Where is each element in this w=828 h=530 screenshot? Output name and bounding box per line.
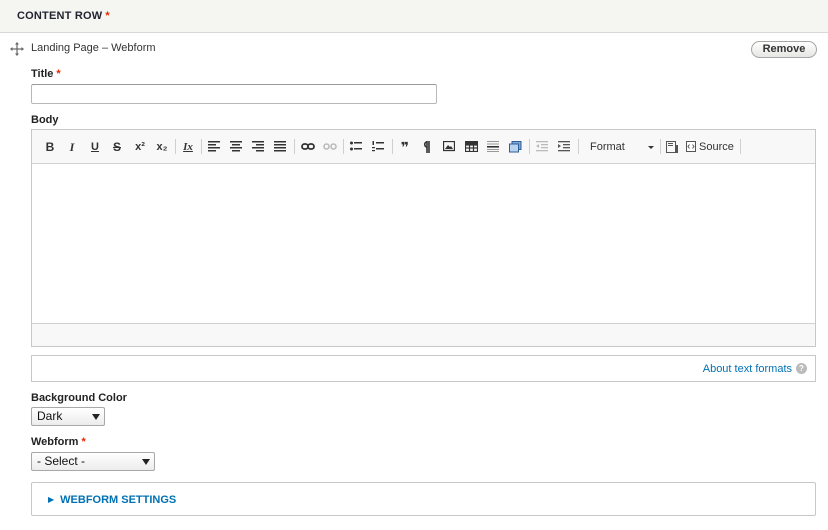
webform-settings-toggle[interactable]: ▶ WEBFORM SETTINGS bbox=[48, 494, 176, 506]
align-justify-icon[interactable] bbox=[272, 138, 288, 156]
toolbar-separator bbox=[201, 139, 202, 154]
remove-button[interactable]: Remove bbox=[751, 41, 817, 58]
toolbar-separator bbox=[578, 139, 579, 154]
webform-value: - Select - bbox=[37, 454, 86, 468]
media-icon[interactable] bbox=[507, 138, 523, 156]
source-button[interactable]: Source bbox=[686, 138, 740, 156]
chevron-down-icon bbox=[648, 146, 654, 149]
bulleted-list-icon[interactable] bbox=[348, 138, 364, 156]
link-icon[interactable] bbox=[299, 138, 317, 156]
body-editor: B I U S x² x₂ Ix ❞ Format Source bbox=[31, 129, 816, 347]
format-dropdown[interactable]: Format bbox=[583, 138, 658, 156]
source-label: Source bbox=[699, 141, 734, 153]
move-cross-icon[interactable] bbox=[10, 42, 24, 56]
chevron-down-icon bbox=[142, 459, 150, 465]
section-title: CONTENT ROW bbox=[17, 10, 103, 22]
required-marker: * bbox=[105, 10, 110, 22]
required-marker: * bbox=[81, 436, 86, 448]
subscript-icon[interactable]: x₂ bbox=[153, 138, 171, 156]
triangle-right-icon: ▶ bbox=[48, 495, 55, 504]
italic-icon[interactable]: I bbox=[64, 138, 80, 156]
toolbar-separator bbox=[529, 139, 530, 154]
background-color-select[interactable]: Dark bbox=[31, 407, 105, 426]
align-center-icon[interactable] bbox=[228, 138, 244, 156]
blockquote-icon[interactable]: ❞ bbox=[396, 138, 414, 156]
toolbar-separator bbox=[392, 139, 393, 154]
toolbar-separator bbox=[740, 139, 741, 154]
webform-label: Webform * bbox=[31, 436, 86, 448]
toolbar-separator bbox=[294, 139, 295, 154]
paragraph-title: Landing Page – Webform bbox=[31, 42, 156, 54]
about-text-formats-link[interactable]: About text formats bbox=[703, 363, 792, 375]
indent-icon[interactable] bbox=[556, 138, 572, 156]
help-icon: ? bbox=[796, 363, 807, 374]
image-icon[interactable] bbox=[441, 138, 457, 156]
toolbar-separator bbox=[660, 139, 661, 154]
title-input[interactable] bbox=[31, 84, 437, 104]
horizontal-rule-icon[interactable] bbox=[485, 138, 501, 156]
section-header: CONTENT ROW * bbox=[0, 0, 828, 33]
align-right-icon[interactable] bbox=[250, 138, 266, 156]
text-format-wrapper: About text formats ? bbox=[31, 355, 816, 382]
superscript-icon[interactable]: x² bbox=[131, 138, 149, 156]
unlink-icon[interactable] bbox=[321, 138, 339, 156]
outdent-icon[interactable] bbox=[534, 138, 550, 156]
title-label: Title * bbox=[31, 68, 61, 80]
webform-settings-details: ▶ WEBFORM SETTINGS bbox=[31, 482, 816, 516]
format-dropdown-label: Format bbox=[590, 141, 625, 153]
body-label: Body bbox=[31, 114, 59, 126]
numbered-list-icon[interactable] bbox=[370, 138, 386, 156]
table-icon[interactable] bbox=[463, 138, 479, 156]
body-editor-area[interactable] bbox=[32, 164, 815, 325]
background-color-label: Background Color bbox=[31, 392, 127, 404]
toolbar-separator bbox=[175, 139, 176, 154]
chevron-down-icon bbox=[92, 414, 100, 420]
strikethrough-icon[interactable]: S bbox=[109, 138, 125, 156]
webform-select[interactable]: - Select - bbox=[31, 452, 155, 471]
maximize-icon[interactable] bbox=[664, 138, 680, 156]
editor-status-bar bbox=[32, 323, 815, 346]
toolbar-separator bbox=[343, 139, 344, 154]
webform-settings-label: WEBFORM SETTINGS bbox=[60, 494, 177, 506]
underline-icon[interactable]: U bbox=[87, 138, 103, 156]
remove-format-icon[interactable]: Ix bbox=[179, 138, 197, 156]
background-color-value: Dark bbox=[37, 409, 63, 423]
align-left-icon[interactable] bbox=[206, 138, 222, 156]
source-icon bbox=[686, 138, 696, 152]
bold-icon[interactable]: B bbox=[42, 138, 58, 156]
title-label-text: Title bbox=[31, 68, 54, 80]
paragraph-mark-icon[interactable] bbox=[420, 138, 434, 156]
editor-toolbar: B I U S x² x₂ Ix ❞ Format Source bbox=[32, 130, 815, 164]
webform-label-text: Webform bbox=[31, 436, 79, 448]
required-marker: * bbox=[56, 68, 61, 80]
